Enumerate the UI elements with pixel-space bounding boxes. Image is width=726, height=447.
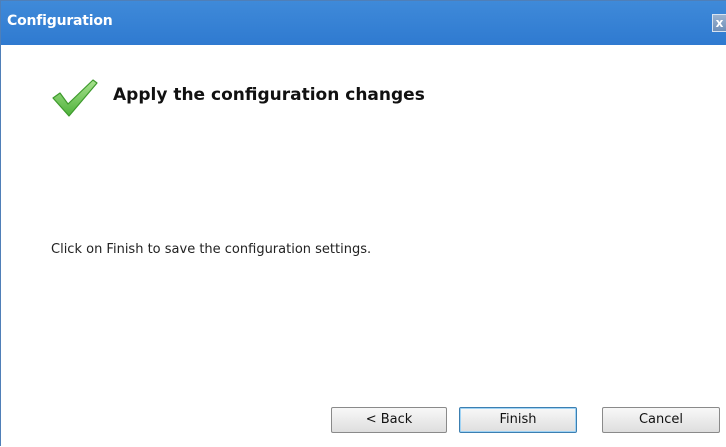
close-icon: x: [715, 16, 724, 30]
window-title: Configuration: [7, 13, 113, 29]
finish-button[interactable]: Finish: [459, 407, 577, 433]
wizard-content: Apply the configuration changes Click on…: [1, 45, 726, 447]
title-bar[interactable]: Configuration x: [1, 1, 726, 45]
check-icon: [52, 79, 98, 117]
back-button[interactable]: < Back: [331, 407, 447, 433]
configuration-window: Configuration x Apply the configuration …: [0, 0, 726, 447]
page-heading: Apply the configuration changes: [113, 85, 425, 105]
close-button[interactable]: x: [712, 14, 726, 32]
instruction-text: Click on Finish to save the configuratio…: [51, 242, 372, 257]
cancel-button[interactable]: Cancel: [602, 407, 720, 433]
